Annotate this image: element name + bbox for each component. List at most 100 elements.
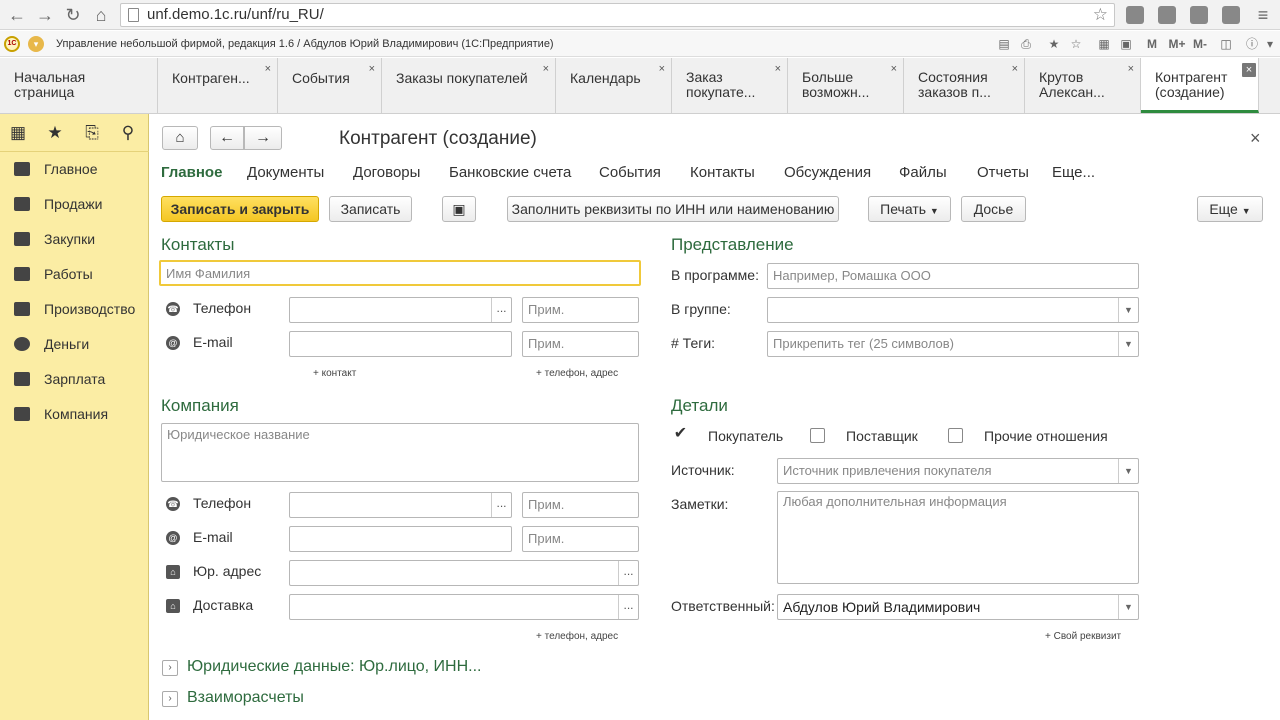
extension-icon[interactable]	[1190, 6, 1208, 24]
close-form-button[interactable]: ×	[1250, 128, 1261, 149]
company-email-note-input[interactable]: Прим.	[522, 526, 639, 552]
memory-plus-button[interactable]: M+	[1166, 36, 1188, 52]
address-bar[interactable]: unf.demo.1c.ru/unf/ru_RU/ ☆	[120, 3, 1115, 27]
drive-icon[interactable]	[1222, 6, 1240, 24]
delivery-address-input[interactable]: ...	[289, 594, 639, 620]
home-button[interactable]: ⌂	[162, 126, 198, 150]
sidebar-item-purchases[interactable]: Закупки	[0, 222, 149, 257]
tab-counterparty-create[interactable]: Контрагент (создание) ×	[1141, 58, 1259, 113]
tags-input[interactable]: Прикрепить тег (25 символов) ▼	[767, 331, 1139, 357]
favorites-star-icon[interactable]: ★	[45, 123, 65, 143]
tab-krutov[interactable]: Крутов Алексан... ×	[1025, 58, 1141, 113]
nav-contacts[interactable]: Контакты	[690, 164, 755, 181]
nav-more[interactable]: Еще...	[1052, 164, 1095, 181]
save-and-close-button[interactable]: Записать и закрыть	[161, 196, 319, 222]
chevron-down-icon[interactable]: ▼	[1118, 332, 1138, 356]
settlements-group[interactable]: Взаиморасчеты	[187, 689, 304, 707]
more-actions-button[interactable]: Еще ▼	[1197, 196, 1263, 222]
nav-events[interactable]: События	[599, 164, 661, 181]
chevron-down-icon[interactable]: ▾	[1262, 36, 1278, 52]
nav-contracts[interactable]: Договоры	[353, 164, 420, 181]
add-custom-attribute-link[interactable]: + Свой реквизит	[1045, 631, 1121, 642]
contact-email-input[interactable]	[289, 331, 512, 357]
nav-bank-accounts[interactable]: Банковские счета	[449, 164, 571, 181]
more-dots-icon[interactable]: ...	[618, 595, 638, 619]
calendar-icon[interactable]: ▣	[1118, 36, 1134, 52]
close-icon[interactable]: ×	[891, 62, 897, 77]
print-icon[interactable]: ⎙	[1018, 36, 1034, 52]
more-dots-icon[interactable]: ...	[491, 298, 511, 322]
expand-settlements-icon[interactable]: ›	[162, 691, 178, 707]
tab-more-features[interactable]: Больше возможн... ×	[788, 58, 904, 113]
menu-icon[interactable]: ≡	[1252, 4, 1274, 26]
legal-name-input[interactable]: Юридическое название	[161, 423, 639, 482]
close-icon[interactable]: ×	[775, 62, 781, 77]
forward-button[interactable]: →	[244, 126, 282, 150]
memory-minus-button[interactable]: M-	[1190, 36, 1210, 52]
dossier-button[interactable]: Досье	[961, 196, 1026, 222]
favorites-icon[interactable]: ★	[1046, 36, 1062, 52]
app-menu-icon[interactable]: ▾	[28, 36, 44, 52]
forward-icon[interactable]: →	[34, 4, 56, 26]
close-icon[interactable]: ×	[1012, 62, 1018, 77]
close-icon[interactable]: ×	[265, 62, 271, 77]
save-icon[interactable]: ▤	[996, 36, 1012, 52]
contact-email-note-input[interactable]: Прим.	[522, 331, 639, 357]
chevron-down-icon[interactable]: ▼	[1118, 595, 1138, 619]
nav-documents[interactable]: Документы	[247, 164, 324, 181]
add-contact-link[interactable]: + контакт	[313, 368, 356, 379]
extension-icon[interactable]	[1158, 6, 1176, 24]
notes-textarea[interactable]: Любая дополнительная информация	[777, 491, 1139, 584]
pocket-icon[interactable]	[1126, 6, 1144, 24]
tab-order-states[interactable]: Состояния заказов п... ×	[904, 58, 1025, 113]
tab-events[interactable]: События ×	[278, 58, 382, 113]
window-layout-icon[interactable]: ◫	[1218, 36, 1234, 52]
back-button[interactable]: ←	[210, 126, 244, 150]
attach-file-button[interactable]: ▣	[442, 196, 476, 222]
chevron-down-icon[interactable]: ▼	[1118, 459, 1138, 483]
close-icon[interactable]: ×	[369, 62, 375, 77]
legal-address-input[interactable]: ...	[289, 560, 639, 586]
company-email-input[interactable]	[289, 526, 512, 552]
contact-name-input[interactable]: Имя Фамилия	[159, 260, 641, 286]
sidebar-item-production[interactable]: Производство	[0, 292, 149, 327]
nav-discussions[interactable]: Обсуждения	[784, 164, 871, 181]
contact-phone-input[interactable]: ...	[289, 297, 512, 323]
group-select[interactable]: ▼	[767, 297, 1139, 323]
sidebar-item-salary[interactable]: Зарплата	[0, 362, 149, 397]
home-icon[interactable]: ⌂	[90, 4, 112, 26]
sidebar-item-company[interactable]: Компания	[0, 397, 149, 432]
print-button[interactable]: Печать ▼	[868, 196, 951, 222]
history-icon[interactable]: ☆	[1068, 36, 1084, 52]
in-program-input[interactable]: Например, Ромашка ООО	[767, 263, 1139, 289]
close-icon[interactable]: ×	[1242, 63, 1256, 77]
company-phone-input[interactable]: ...	[289, 492, 512, 518]
history-icon[interactable]: ⎘	[82, 123, 102, 143]
expand-legal-data-icon[interactable]: ›	[162, 660, 178, 676]
nav-files[interactable]: Файлы	[899, 164, 947, 181]
search-icon[interactable]: ⚲	[118, 123, 138, 143]
nav-reports[interactable]: Отчеты	[977, 164, 1029, 181]
contact-phone-note-input[interactable]: Прим.	[522, 297, 639, 323]
save-button[interactable]: Записать	[329, 196, 412, 222]
more-dots-icon[interactable]: ...	[491, 493, 511, 517]
fill-by-inn-button[interactable]: Заполнить реквизиты по ИНН или наименова…	[507, 196, 839, 222]
sidebar-item-sales[interactable]: Продажи	[0, 187, 149, 222]
responsible-select[interactable]: Абдулов Юрий Владимирович ▼	[777, 594, 1139, 620]
tab-customer-order[interactable]: Заказ покупате... ×	[672, 58, 788, 113]
supplier-checkbox[interactable]	[810, 428, 825, 443]
add-company-phone-link[interactable]: + телефон, адрес	[536, 631, 618, 642]
company-phone-note-input[interactable]: Прим.	[522, 492, 639, 518]
grid-menu-icon[interactable]: ▦	[8, 123, 28, 143]
tab-customer-orders[interactable]: Заказы покупателей ×	[382, 58, 556, 113]
nav-main[interactable]: Главное	[161, 164, 222, 181]
bookmark-star-icon[interactable]: ☆	[1093, 4, 1108, 26]
legal-data-group[interactable]: Юридические данные: Юр.лицо, ИНН...	[187, 658, 481, 676]
close-icon[interactable]: ×	[659, 62, 665, 77]
tab-calendar[interactable]: Календарь ×	[556, 58, 672, 113]
sidebar-item-works[interactable]: Работы	[0, 257, 149, 292]
close-icon[interactable]: ×	[543, 62, 549, 77]
buyer-checkbox[interactable]: ✔	[673, 426, 688, 443]
source-select[interactable]: Источник привлечения покупателя ▼	[777, 458, 1139, 484]
sidebar-item-money[interactable]: Деньги	[0, 327, 149, 362]
